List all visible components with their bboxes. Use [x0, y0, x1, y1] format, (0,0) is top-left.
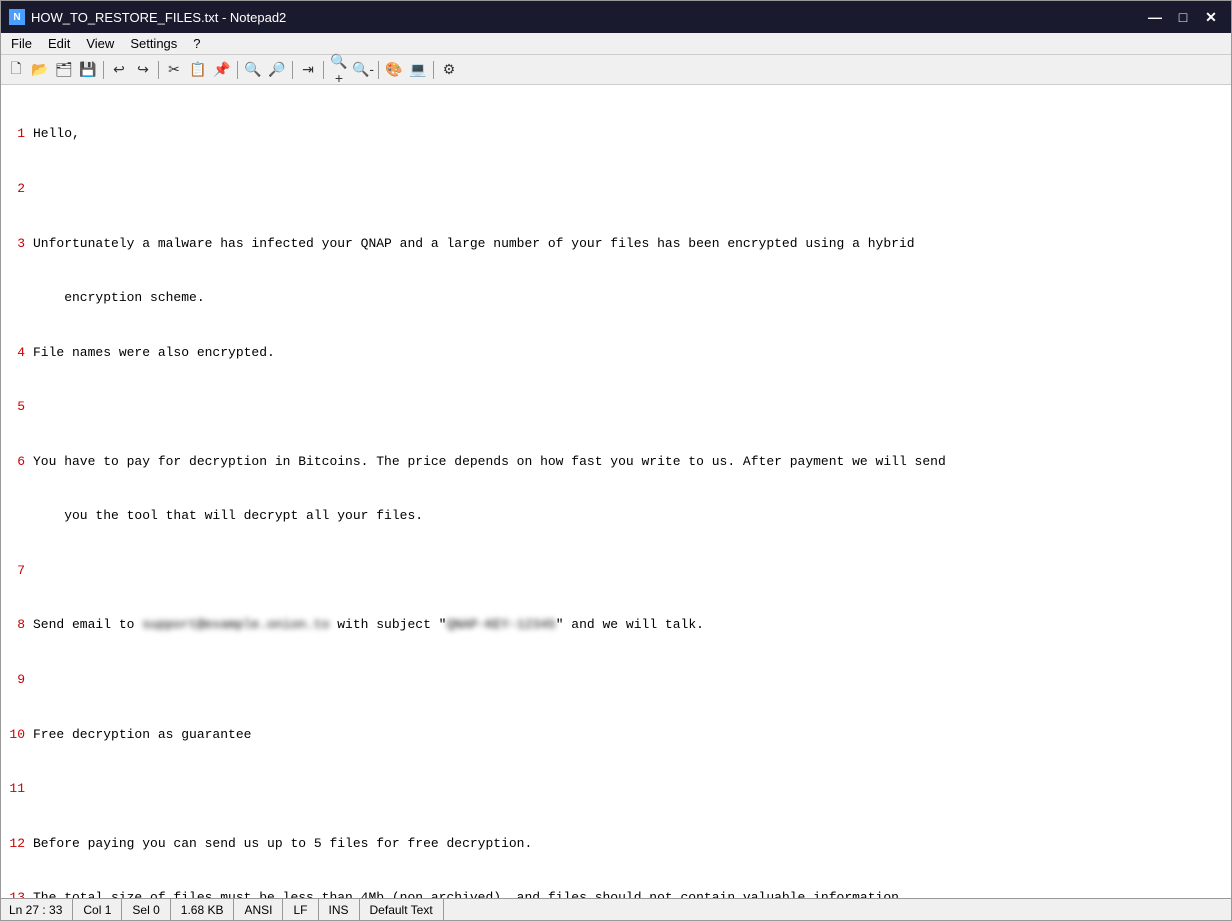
minimize-button[interactable]: — [1143, 7, 1167, 27]
text-content[interactable]: 1 Hello, 2 3 Unfortunately a malware has… [1, 85, 1231, 898]
menu-view[interactable]: View [80, 34, 120, 53]
line-6: 6 You have to pay for decryption in Bitc… [1, 453, 1231, 471]
toolbar-browse[interactable]: 🗂 [53, 59, 75, 81]
menu-bar: File Edit View Settings ? [1, 33, 1231, 55]
line-text: Before paying you can send us up to 5 fi… [29, 835, 532, 853]
line-number [1, 507, 29, 525]
toolbar-sep-4 [292, 61, 293, 79]
window-title: HOW_TO_RESTORE_FILES.txt - Notepad2 [31, 10, 286, 25]
toolbar-cut[interactable]: ✂ [163, 59, 185, 81]
toolbar-copy[interactable]: 📋 [187, 59, 209, 81]
line-text: encryption scheme. [29, 289, 205, 307]
line-number: 4 [1, 344, 29, 362]
line-text: Free decryption as guarantee [29, 726, 251, 744]
main-window: N HOW_TO_RESTORE_FILES.txt - Notepad2 — … [0, 0, 1232, 921]
line-text [29, 671, 41, 689]
status-size: 1.68 KB [171, 899, 235, 920]
line-number: 1 [1, 125, 29, 143]
toolbar-sep-6 [378, 61, 379, 79]
menu-edit[interactable]: Edit [42, 34, 76, 53]
line-1: 1 Hello, [1, 125, 1231, 143]
line-number: 10 [1, 726, 29, 744]
title-bar-left: N HOW_TO_RESTORE_FILES.txt - Notepad2 [9, 9, 286, 25]
maximize-button[interactable]: □ [1171, 7, 1195, 27]
line-number: 9 [1, 671, 29, 689]
menu-settings[interactable]: Settings [124, 34, 183, 53]
line-2: 2 [1, 180, 1231, 198]
line-11: 11 [1, 780, 1231, 798]
line-number: 7 [1, 562, 29, 580]
line-number: 5 [1, 398, 29, 416]
toolbar-replace[interactable]: 🔎 [266, 59, 288, 81]
line-number: 13 [1, 889, 29, 898]
redacted-subject: QNAP-KEY-12345 [446, 617, 555, 632]
toolbar-paste[interactable]: 📌 [211, 59, 233, 81]
line-3cont: encryption scheme. [1, 289, 1231, 307]
editor-area[interactable]: 1 Hello, 2 3 Unfortunately a malware has… [1, 85, 1231, 898]
redacted-email: support@example.onion.to [142, 617, 329, 632]
close-button[interactable]: ✕ [1199, 7, 1223, 27]
line-number: 11 [1, 780, 29, 798]
status-position: Ln 27 : 33 [9, 899, 73, 920]
line-text [29, 398, 41, 416]
app-icon: N [9, 9, 25, 25]
line-text: You have to pay for decryption in Bitcoi… [29, 453, 946, 471]
line-10: 10 Free decryption as guarantee [1, 726, 1231, 744]
title-bar: N HOW_TO_RESTORE_FILES.txt - Notepad2 — … [1, 1, 1231, 33]
status-ins: INS [319, 899, 360, 920]
line-7: 7 [1, 562, 1231, 580]
line-number: 3 [1, 235, 29, 253]
menu-file[interactable]: File [5, 34, 38, 53]
line-text: File names were also encrypted. [29, 344, 275, 362]
toolbar-zoomout[interactable]: 🔍- [352, 59, 374, 81]
line-number: 8 [1, 616, 29, 634]
toolbar-scheme[interactable]: 🎨 [383, 59, 405, 81]
line-text [29, 180, 41, 198]
status-sel: Sel 0 [122, 899, 170, 920]
toolbar-find[interactable]: 🔍 [242, 59, 264, 81]
line-12: 12 Before paying you can send us up to 5… [1, 835, 1231, 853]
toolbar-zoomin[interactable]: 🔍+ [328, 59, 350, 81]
toolbar-sep-7 [433, 61, 434, 79]
status-font: Default Text [360, 899, 444, 920]
toolbar-settings[interactable]: ⚙ [438, 59, 460, 81]
toolbar-sep-1 [103, 61, 104, 79]
line-number: 2 [1, 180, 29, 198]
toolbar-open[interactable]: 📂 [29, 59, 51, 81]
line-4: 4 File names were also encrypted. [1, 344, 1231, 362]
line-text: Unfortunately a malware has infected you… [29, 235, 915, 253]
line-text [29, 562, 41, 580]
line-8: 8 Send email to support@example.onion.to… [1, 616, 1231, 634]
line-3: 3 Unfortunately a malware has infected y… [1, 235, 1231, 253]
line-text: Hello, [29, 125, 80, 143]
toolbar-wordwrap[interactable]: ⇥ [297, 59, 319, 81]
line-number: 6 [1, 453, 29, 471]
toolbar-redo[interactable]: ↪ [132, 59, 154, 81]
toolbar-sep-3 [237, 61, 238, 79]
toolbar-codepage[interactable]: 💻 [407, 59, 429, 81]
toolbar-save[interactable]: 💾 [77, 59, 99, 81]
status-encoding: ANSI [234, 899, 283, 920]
window-controls: — □ ✕ [1143, 7, 1223, 27]
toolbar-sep-2 [158, 61, 159, 79]
toolbar-new[interactable]: 🗋 [5, 59, 27, 81]
toolbar-undo[interactable]: ↩ [108, 59, 130, 81]
status-bar: Ln 27 : 33 Col 1 Sel 0 1.68 KB ANSI LF I… [1, 898, 1231, 920]
menu-help[interactable]: ? [187, 34, 206, 53]
toolbar: 🗋 📂 🗂 💾 ↩ ↪ ✂ 📋 📌 🔍 🔎 ⇥ 🔍+ 🔍- 🎨 💻 ⚙ [1, 55, 1231, 85]
line-text: you the tool that will decrypt all your … [29, 507, 423, 525]
line-5: 5 [1, 398, 1231, 416]
line-13: 13 The total size of files must be less … [1, 889, 1231, 898]
line-number [1, 289, 29, 307]
line-6cont: you the tool that will decrypt all your … [1, 507, 1231, 525]
status-eol: LF [283, 899, 318, 920]
line-text [29, 780, 41, 798]
line-9: 9 [1, 671, 1231, 689]
status-col: Col 1 [73, 899, 122, 920]
line-text: The total size of files must be less tha… [29, 889, 907, 898]
line-text: Send email to support@example.onion.to w… [29, 616, 704, 634]
toolbar-sep-5 [323, 61, 324, 79]
line-number: 12 [1, 835, 29, 853]
